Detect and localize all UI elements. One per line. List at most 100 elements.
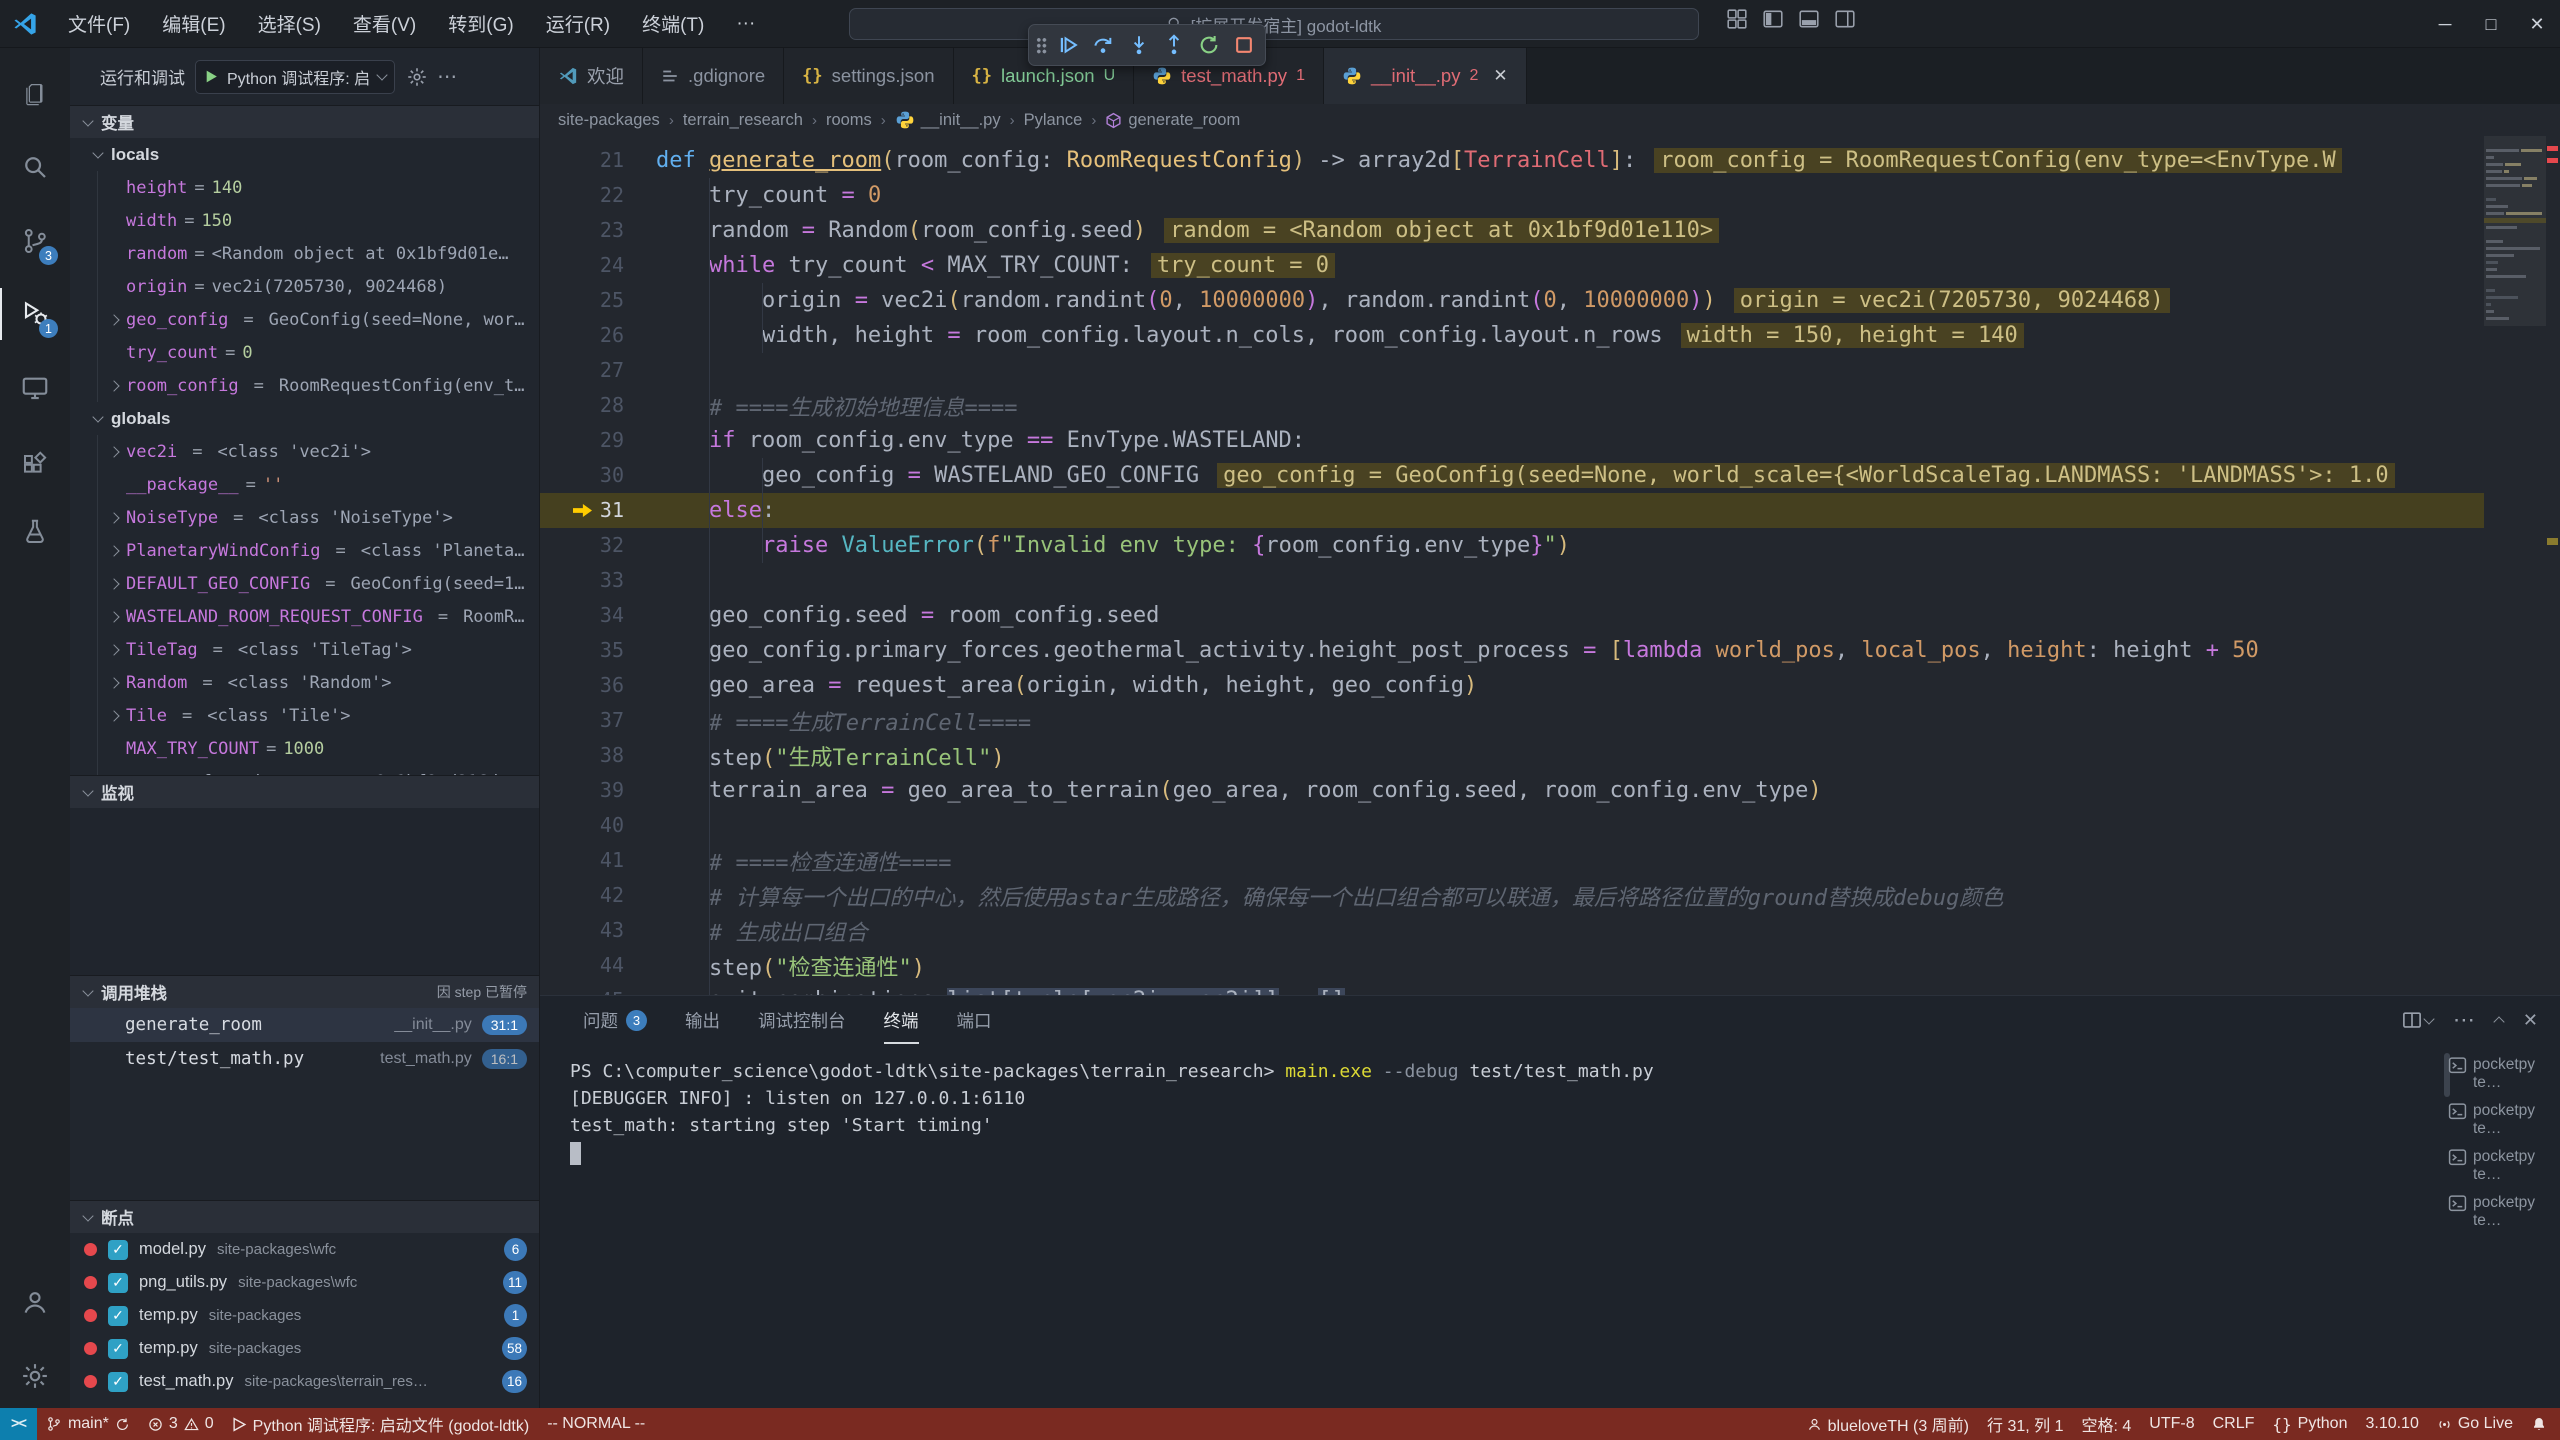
gutter-40[interactable]: 40 <box>540 808 656 843</box>
gutter-36[interactable]: 36 <box>540 668 656 703</box>
debug-continue-button[interactable] <box>1054 31 1082 59</box>
breakpoint-row-4[interactable]: ✓test_math.pysite-packages\terrain_res…1… <box>70 1365 539 1398</box>
gutter-25[interactable]: 25 <box>540 283 656 318</box>
breadcrumb-item-3[interactable]: __init__.py <box>895 110 1001 130</box>
variable-row-MAX_TRY_COUNT[interactable]: MAX_TRY_COUNT=1000 <box>70 732 539 765</box>
gutter-43[interactable]: 43 <box>540 913 656 948</box>
gutter-37[interactable]: 37 <box>540 703 656 738</box>
language-mode-item[interactable]: {} Python <box>2263 1408 2356 1440</box>
variable-row-stop[interactable]: stop=<function stop at 0x1bf9cd216d <box>70 765 539 775</box>
gutter-42[interactable]: 42 <box>540 878 656 913</box>
command-center-search[interactable]: [扩展开发宿主] godot-ldtk <box>849 8 1699 40</box>
tab-.gdignore[interactable]: .gdignore <box>643 48 784 104</box>
breadcrumb-item-4[interactable]: Pylance <box>1024 111 1083 130</box>
breakpoint-checkbox[interactable]: ✓ <box>108 1339 128 1359</box>
git-blame-item[interactable]: blueloveTH (3 周前) <box>1798 1408 1978 1440</box>
variable-row-origin[interactable]: origin=vec2i(7205730, 9024468) <box>70 270 539 303</box>
breadcrumb-item-2[interactable]: rooms <box>826 111 872 130</box>
debug-config-dropdown[interactable]: Python 调试程序: 启 <box>195 60 395 94</box>
breakpoint-row-2[interactable]: ✓temp.pysite-packages1 <box>70 1299 539 1332</box>
gutter-45[interactable]: 45 <box>540 983 656 995</box>
grid-layout-icon[interactable] <box>1726 8 1748 30</box>
git-branch-item[interactable]: main* <box>37 1408 139 1440</box>
activitybar-search[interactable] <box>0 141 70 193</box>
window-close-button[interactable]: ✕ <box>2514 0 2560 48</box>
gutter-32[interactable]: 32 <box>540 528 656 563</box>
breadcrumb-item-1[interactable]: terrain_research <box>683 111 803 130</box>
go-live-item[interactable]: Go Live <box>2428 1408 2522 1440</box>
gutter-22[interactable]: 22 <box>540 178 656 213</box>
minimap[interactable] <box>2484 136 2546 995</box>
eol-item[interactable]: CRLF <box>2204 1408 2264 1440</box>
activitybar-source-control[interactable]: 3 <box>0 215 70 267</box>
gutter-39[interactable]: 39 <box>540 773 656 808</box>
breadcrumb-item-5[interactable]: generate_room <box>1105 111 1240 130</box>
python-version-item[interactable]: 3.10.10 <box>2356 1408 2427 1440</box>
callstack-frame-test-test_math-py[interactable]: test/test_math.pytest_math.py16:1 <box>70 1042 539 1076</box>
notifications-bell-item[interactable] <box>2522 1408 2556 1440</box>
debug-restart-button[interactable] <box>1195 31 1223 59</box>
code-editor[interactable]: 2021def generate_room(room_config: RoomR… <box>540 136 2484 995</box>
terminal-instance-0[interactable]: pocketpy te… <box>2448 1054 2560 1100</box>
remote-indicator[interactable]: >< <box>0 1408 37 1440</box>
activitybar-extensions[interactable] <box>0 440 70 492</box>
variable-row-room_config[interactable]: room_config=RoomRequestConfig(env_t… <box>70 369 539 402</box>
panel-close-icon[interactable]: ✕ <box>2523 1010 2538 1031</box>
tab-__init__.py[interactable]: __init__.py2✕ <box>1324 48 1527 104</box>
menu-item-7[interactable]: ··· <box>720 7 771 41</box>
variable-row-geo_config[interactable]: geo_config=GeoConfig(seed=None, wor… <box>70 303 539 336</box>
gutter-34[interactable]: 34 <box>540 598 656 633</box>
variable-row-random[interactable]: random=<Random object at 0x1bf9d01e… <box>70 237 539 270</box>
panel-maximize-icon[interactable] <box>2493 1016 2504 1027</box>
debug-step-into-button[interactable] <box>1125 31 1153 59</box>
variable-row-PlanetaryWindConfig[interactable]: PlanetaryWindConfig=<class 'Planeta… <box>70 534 539 567</box>
gutter-33[interactable]: 33 <box>540 563 656 598</box>
callstack-frame-generate_room[interactable]: generate_room__init__.py31:1 <box>70 1008 539 1042</box>
problems-item[interactable]: 3 0 <box>139 1408 223 1440</box>
panel-tab-输出[interactable]: 输出 <box>685 996 720 1044</box>
var-group-locals[interactable]: locals <box>70 138 539 171</box>
toggle-sidebar-left-icon[interactable] <box>1762 8 1784 30</box>
debug-stop-button[interactable] <box>1230 31 1258 59</box>
activitybar-settings[interactable] <box>0 1350 70 1402</box>
debug-toolbar-drag-handle[interactable] <box>1036 37 1047 54</box>
gutter-21[interactable]: 21 <box>540 143 656 178</box>
breadcrumb[interactable]: site-packages›terrain_research›rooms›__i… <box>540 104 2560 136</box>
breakpoint-checkbox[interactable]: ✓ <box>108 1372 128 1392</box>
panel-tab-端口[interactable]: 端口 <box>957 996 992 1044</box>
activitybar-remote-explorer[interactable] <box>0 362 70 414</box>
variable-row-__package__[interactable]: __package__='' <box>70 468 539 501</box>
activitybar-testing[interactable] <box>0 506 70 558</box>
debug-session-item[interactable]: Python 调试程序: 启动文件 (godot-ldtk) <box>223 1408 539 1440</box>
gutter-27[interactable]: 27 <box>540 353 656 388</box>
var-group-globals[interactable]: globals <box>70 402 539 435</box>
split-terminal-button[interactable] <box>2402 1010 2433 1030</box>
tab-close-icon[interactable]: ✕ <box>1493 66 1507 86</box>
more-actions-icon[interactable]: ⋯ <box>437 64 457 89</box>
gutter-29[interactable]: 29 <box>540 423 656 458</box>
variable-row-WASTELAND_ROOM_REQUEST_CONFIG[interactable]: WASTELAND_ROOM_REQUEST_CONFIG=RoomR… <box>70 600 539 633</box>
debug-step-out-button[interactable] <box>1160 31 1188 59</box>
breakpoint-checkbox[interactable]: ✓ <box>108 1273 128 1293</box>
cursor-position-item[interactable]: 行 31, 列 1 <box>1978 1408 2072 1440</box>
panel-tab-终端[interactable]: 终端 <box>884 996 919 1044</box>
variable-row-try_count[interactable]: try_count=0 <box>70 336 539 369</box>
gutter-20[interactable]: 20 <box>540 136 656 143</box>
panel-tab-问题[interactable]: 问题3 <box>583 996 647 1044</box>
variable-row-vec2i[interactable]: vec2i=<class 'vec2i'> <box>70 435 539 468</box>
toggle-sidebar-right-icon[interactable] <box>1834 8 1856 30</box>
gutter-31[interactable]: 31 <box>540 493 656 528</box>
tab-settings.json[interactable]: {}settings.json <box>784 48 953 104</box>
menu-item-0[interactable]: 文件(F) <box>52 7 146 41</box>
variable-row-height[interactable]: height=140 <box>70 171 539 204</box>
variable-row-width[interactable]: width=150 <box>70 204 539 237</box>
variable-row-DEFAULT_GEO_CONFIG[interactable]: DEFAULT_GEO_CONFIG=GeoConfig(seed=1… <box>70 567 539 600</box>
gutter-30[interactable]: 30 <box>540 458 656 493</box>
panel-tab-调试控制台[interactable]: 调试控制台 <box>758 996 846 1044</box>
gutter-23[interactable]: 23 <box>540 213 656 248</box>
menu-item-3[interactable]: 查看(V) <box>337 7 432 41</box>
variable-row-TileTag[interactable]: TileTag=<class 'TileTag'> <box>70 633 539 666</box>
gutter-24[interactable]: 24 <box>540 248 656 283</box>
variable-row-Tile[interactable]: Tile=<class 'Tile'> <box>70 699 539 732</box>
watch-section-header[interactable]: 监视 <box>70 775 539 808</box>
